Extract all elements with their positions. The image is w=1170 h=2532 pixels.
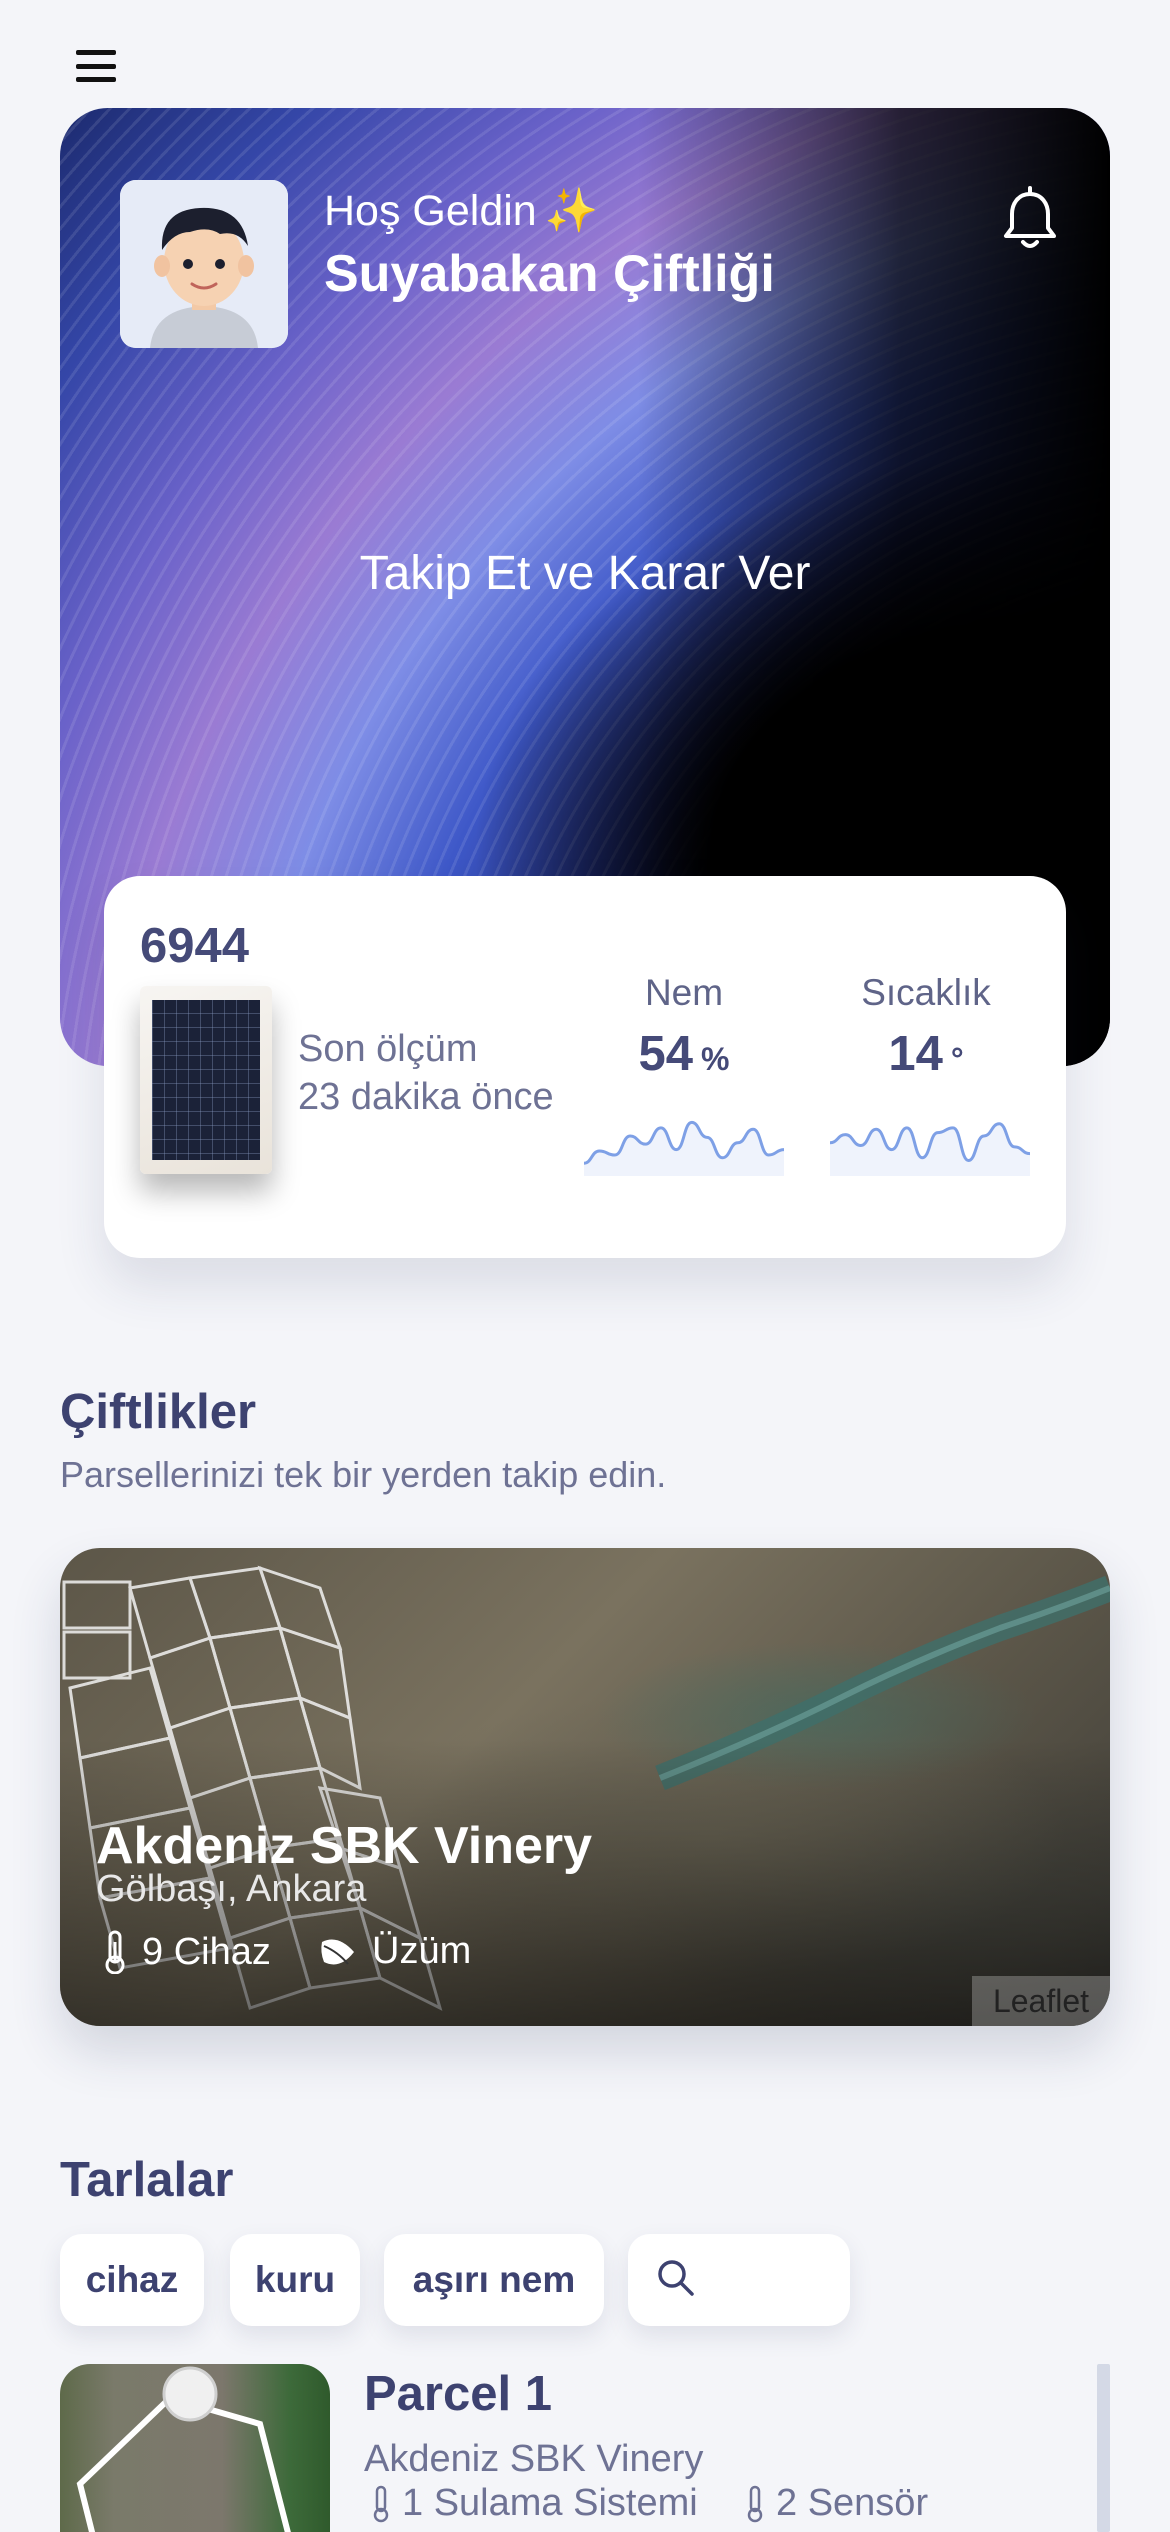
filter-chip-asiri-nem[interactable]: aşırı nem bbox=[384, 2234, 604, 2326]
avatar[interactable] bbox=[120, 180, 288, 348]
hero-tagline: Takip Et ve Karar Ver bbox=[359, 547, 811, 600]
temperature-value: 14 ° bbox=[888, 1027, 964, 1081]
humidity-sparkline bbox=[584, 1120, 784, 1176]
farm-card[interactable]: Akdeniz SBK Vinery Gölbaşı, Ankara 9 Cih… bbox=[60, 1548, 1110, 2026]
farms-section-subtitle: Parsellerinizi tek bir yerden takip edin… bbox=[60, 1454, 667, 1495]
fields-section-title: Tarlalar bbox=[60, 2153, 234, 2207]
temperature-label: Sıcaklık bbox=[861, 972, 991, 1013]
bell-icon[interactable] bbox=[990, 180, 1070, 260]
humidity-value: 54% bbox=[638, 1027, 730, 1081]
search-icon bbox=[658, 2260, 694, 2296]
farms-section-title: Çiftlikler bbox=[60, 1385, 257, 1439]
humidity-label: Nem bbox=[644, 972, 724, 1013]
filter-chip-cihaz[interactable]: cihaz bbox=[60, 2234, 204, 2326]
map-attribution[interactable]: Leaflet bbox=[972, 1976, 1110, 2026]
solar-panel-icon bbox=[140, 986, 272, 1174]
thermometer-icon bbox=[105, 1930, 125, 1974]
leaf-icon bbox=[321, 1939, 354, 1965]
hamburger-menu-icon[interactable] bbox=[72, 44, 120, 88]
parcel-name[interactable]: Parcel 1 bbox=[364, 2366, 552, 2422]
parcel-sensor-count: 2 Sensör bbox=[744, 2482, 928, 2525]
last-measurement-time: 23 dakika önce bbox=[298, 1076, 554, 1118]
list-scrollbar[interactable] bbox=[1097, 2364, 1110, 2532]
farm-card-location: Gölbaşı, Ankara bbox=[96, 1868, 367, 1910]
greeting-text: Hoş Geldin ✨ bbox=[324, 187, 599, 235]
parcel-map-thumbnail[interactable] bbox=[60, 2364, 330, 2532]
temperature-sparkline bbox=[830, 1122, 1030, 1176]
sparkle-icon: ✨ bbox=[544, 187, 599, 235]
farm-device-count: 9 Cihaz bbox=[102, 1930, 271, 1974]
field-search[interactable] bbox=[628, 2234, 850, 2326]
search-input[interactable] bbox=[708, 2254, 838, 2306]
thermometer-icon bbox=[747, 2485, 763, 2522]
farm-title: Suyabakan Çiftliği bbox=[324, 245, 775, 303]
device-summary-card[interactable]: 6944 Son ölçüm 23 dakika önce Nem 54% Sı… bbox=[104, 876, 1066, 1258]
filter-chip-kuru[interactable]: kuru bbox=[230, 2234, 360, 2326]
parcel-farm-name: Akdeniz SBK Vinery bbox=[364, 2438, 704, 2480]
parcel-irrigation-count: 1 Sulama Sistemi bbox=[370, 2482, 698, 2525]
farm-crop: Üzüm bbox=[318, 1930, 471, 1973]
thermometer-icon bbox=[373, 2485, 389, 2522]
farm-card-name: Akdeniz SBK Vinery bbox=[96, 1817, 593, 1875]
device-id: 6944 bbox=[140, 919, 250, 973]
last-measurement-label: Son ölçüm bbox=[298, 1028, 478, 1070]
